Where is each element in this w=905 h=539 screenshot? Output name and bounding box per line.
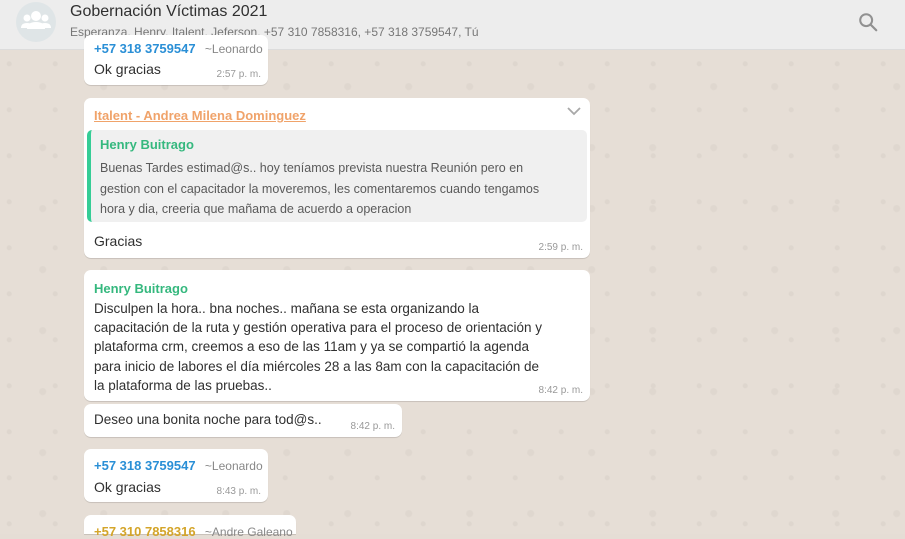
message-text: Ok gracias: [94, 479, 161, 495]
group-icon: [21, 11, 51, 29]
chat-title[interactable]: Gobernación Víctimas 2021: [70, 3, 267, 21]
author-nickname: ~Leonardo: [204, 42, 263, 56]
author-nickname: ~Andre Galeano: [204, 525, 293, 539]
message-text: Ok gracias: [94, 61, 161, 77]
author-nickname: ~Leonardo: [204, 459, 263, 473]
message-bubble[interactable]: Deseo una bonita noche para tod@s.. 8:42…: [84, 404, 402, 437]
message-time: 8:42 p. m.: [350, 421, 395, 432]
message-time: 2:59 p. m.: [538, 242, 583, 253]
message-bubble[interactable]: +57 310 7858316 ~Andre Galeano: [84, 515, 296, 539]
message-time: 8:43 p. m.: [216, 486, 261, 497]
author-phone[interactable]: +57 318 3759547: [94, 41, 196, 56]
message-author[interactable]: +57 318 3759547 ~Leonardo: [94, 41, 263, 56]
author-phone[interactable]: +57 318 3759547: [94, 458, 196, 473]
message-text: Gracias: [94, 233, 143, 249]
message-bubble[interactable]: Henry Buitrago Disculpen la hora.. bna n…: [84, 270, 590, 401]
quoted-message[interactable]: Henry Buitrago Buenas Tardes estimad@s..…: [87, 130, 587, 222]
message-bubble[interactable]: Italent - Andrea Milena Dominguez Henry …: [84, 98, 590, 258]
message-author[interactable]: Henry Buitrago: [94, 281, 188, 296]
group-avatar[interactable]: [16, 2, 56, 42]
chevron-down-icon[interactable]: [567, 106, 581, 116]
message-text: Deseo una bonita noche para tod@s..: [94, 412, 322, 427]
message-bubble[interactable]: +57 318 3759547 ~Leonardo Ok gracias 8:4…: [84, 449, 268, 502]
message-text: Disculpen la hora.. bna noches.. mañana …: [94, 301, 543, 393]
quoted-text: Buenas Tardes estimad@s.. hoy teníamos p…: [100, 161, 540, 216]
message-author[interactable]: +57 310 7858316 ~Andre Galeano: [94, 524, 293, 539]
message-author[interactable]: +57 318 3759547 ~Leonardo: [94, 458, 263, 473]
author-phone[interactable]: +57 310 7858316: [94, 524, 196, 539]
message-author[interactable]: Italent - Andrea Milena Dominguez: [94, 108, 306, 123]
message-time: 2:57 p. m.: [216, 69, 261, 80]
quoted-author: Henry Buitrago: [100, 137, 194, 152]
message-bubble[interactable]: +57 318 3759547 ~Leonardo Ok gracias 2:5…: [84, 35, 268, 85]
message-time: 8:42 p. m.: [538, 385, 583, 396]
search-icon[interactable]: [857, 11, 879, 33]
